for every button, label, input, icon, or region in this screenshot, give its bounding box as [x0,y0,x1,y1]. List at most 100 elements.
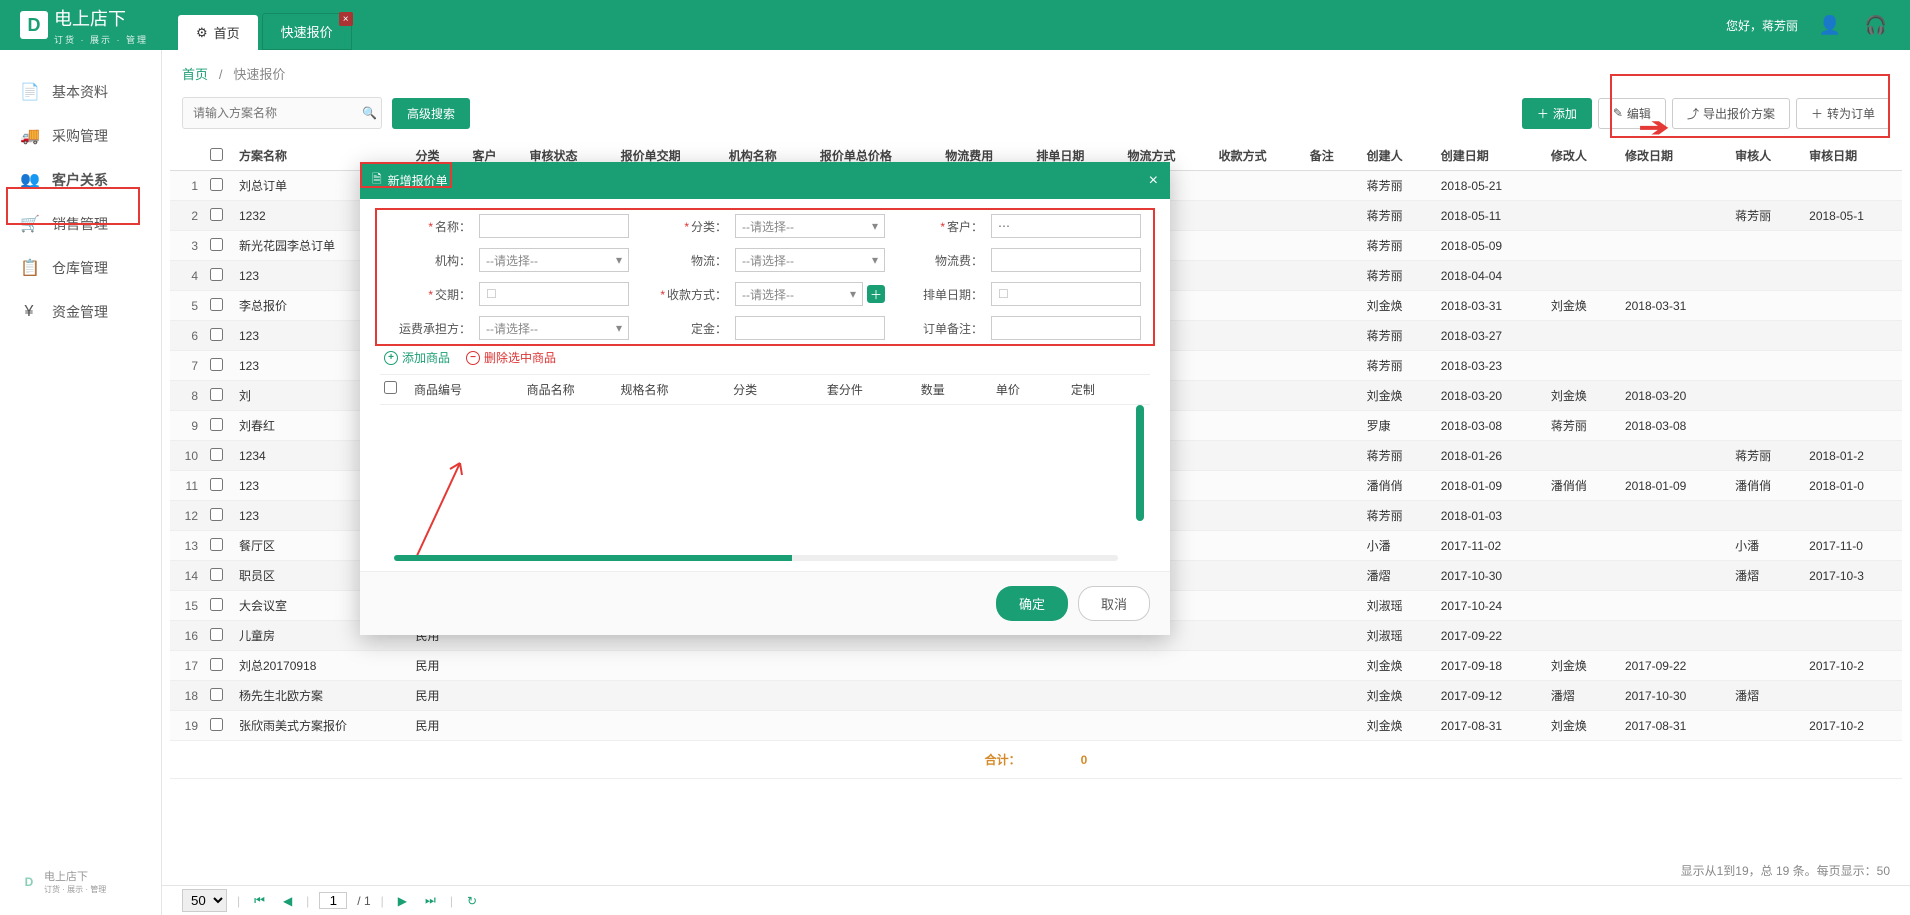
select-all-checkbox[interactable] [210,148,223,161]
row-checkbox[interactable] [210,418,223,431]
page-size-select[interactable]: 50 [182,889,227,912]
sidebar-item-label: 采购管理 [52,126,108,146]
row-checkbox[interactable] [210,208,223,221]
vertical-scrollbar[interactable] [1136,405,1144,521]
column-header[interactable]: 修改人 [1543,141,1617,171]
tab-label: 快速报价 [281,22,333,41]
horizontal-scrollbar[interactable] [394,555,1118,561]
freight-select[interactable]: --请选择-- [479,316,629,340]
sidebar-item-2[interactable]: 👥 客户关系 [0,158,161,202]
sidebar-item-label: 客户关系 [52,170,108,190]
table-row[interactable]: 19 张欣雨美式方案报价民用 刘金焕2017-08-31刘金焕2017-08-3… [170,711,1902,741]
table-row[interactable]: 18 杨先生北欧方案民用 刘金焕2017-09-12潘熠2017-10-30潘熠 [170,681,1902,711]
label-category: 分类： [637,218,727,235]
brand-sub: 订货 · 展示 · 管理 [54,33,148,46]
column-header[interactable]: 创建人 [1359,141,1433,171]
adv-search-button[interactable]: 高级搜索 [392,98,470,129]
logistics-select[interactable]: --请选择-- [735,248,885,272]
table-row[interactable]: 17 刘总20170918民用 刘金焕2017-09-18刘金焕2017-09-… [170,651,1902,681]
sidebar-item-1[interactable]: 🚚采购管理 [0,114,161,158]
row-checkbox[interactable] [210,238,223,251]
sidebar: 📄基本资料🚚采购管理 👥 客户关系 🛒销售管理📋仓库管理¥资金管理 D 电上店下 订货… [0,50,162,915]
plus-circle-icon: + [384,351,398,365]
add-button[interactable]: ＋添加 [1522,98,1592,129]
search-icon[interactable]: 🔍 [358,98,381,128]
sidebar-item-3[interactable]: 🛒销售管理 [0,202,161,246]
refresh-icon[interactable]: ↻ [463,894,481,908]
schedule-date[interactable] [991,282,1141,306]
delivery-date[interactable] [479,282,629,306]
label-payment: 收款方式： [637,286,727,303]
row-checkbox[interactable] [210,688,223,701]
column-header[interactable]: 备注 [1302,141,1359,171]
goods-column-header: 数量 [921,381,996,398]
delete-goods-link[interactable]: −删除选中商品 [466,349,556,366]
sidebar-item-4[interactable]: 📋仓库管理 [0,246,161,290]
sidebar-item-0[interactable]: 📄基本资料 [0,70,161,114]
row-checkbox[interactable] [210,508,223,521]
user-icon[interactable]: 👤 [1816,11,1844,39]
goods-select-all[interactable] [384,381,397,394]
column-header[interactable]: 创建日期 [1433,141,1543,171]
ok-button[interactable]: 确定 [996,586,1068,621]
goods-column-header: 分类 [733,381,827,398]
export-button[interactable]: ⤴导出报价方案 [1672,98,1790,129]
sidebar-item-5[interactable]: ¥资金管理 [0,290,161,334]
upload-icon: ⤴ [1687,105,1699,122]
remark-input[interactable] [991,316,1141,340]
row-checkbox[interactable] [210,598,223,611]
row-checkbox[interactable] [210,628,223,641]
logfee-input[interactable] [991,248,1141,272]
row-checkbox[interactable] [210,718,223,731]
row-checkbox[interactable] [210,328,223,341]
category-select[interactable]: --请选择-- [735,214,885,238]
first-page-icon[interactable]: ⏮ [250,893,269,908]
row-checkbox[interactable] [210,358,223,371]
user-greeting: 您好，蒋芳丽 [1726,17,1798,34]
tab-quote[interactable]: 快速报价 × [262,13,352,50]
column-header[interactable]: 审核人 [1727,141,1801,171]
column-header[interactable]: 审核日期 [1801,141,1902,171]
label-remark: 订单备注： [893,320,983,337]
goods-column-header: 商品编号 [414,381,527,398]
close-icon[interactable]: × [1149,172,1158,190]
close-icon[interactable]: × [339,12,353,26]
payment-select[interactable]: --请选择-- [735,282,863,306]
logo-icon: D [20,11,48,39]
breadcrumb-root[interactable]: 首页 [182,67,208,82]
add-goods-link[interactable]: +添加商品 [384,349,450,366]
sidebar-footer-logo: D 电上店下 订货 · 展示 · 管理 [20,868,106,895]
next-page-icon[interactable]: ▶ [394,894,411,908]
customer-picker[interactable] [991,214,1141,238]
label-delivery: 交期： [381,286,471,303]
row-checkbox[interactable] [210,478,223,491]
add-payment-icon[interactable]: ＋ [867,285,885,303]
last-page-icon[interactable]: ⏭ [421,893,440,908]
org-select[interactable]: --请选择-- [479,248,629,272]
row-checkbox[interactable] [210,388,223,401]
search-box: 🔍 [182,97,382,129]
search-input[interactable] [183,99,358,127]
form-grid: 名称： 分类： --请选择-- 客户： 机构： --请选择-- 物流： --请选… [380,213,1150,341]
column-header[interactable]: 修改日期 [1617,141,1727,171]
row-checkbox[interactable] [210,298,223,311]
prev-page-icon[interactable]: ◀ [279,894,296,908]
convert-order-button[interactable]: ＋转为订单 [1796,98,1890,129]
row-checkbox[interactable] [210,658,223,671]
row-checkbox[interactable] [210,268,223,281]
arrow-annotation: ➔ [1639,112,1670,143]
row-checkbox[interactable] [210,448,223,461]
cancel-button[interactable]: 取消 [1078,586,1150,621]
document-icon: 🗎 [372,170,382,191]
name-input[interactable] [479,214,629,238]
row-checkbox[interactable] [210,568,223,581]
help-icon[interactable]: 🎧 [1862,11,1890,39]
row-checkbox[interactable] [210,178,223,191]
sidebar-icon: 👥 [20,170,38,190]
column-header[interactable]: 收款方式 [1211,141,1302,171]
row-checkbox[interactable] [210,538,223,551]
tab-home[interactable]: ⚙ 首页 [178,15,258,50]
deposit-input[interactable] [735,316,885,340]
plus-icon: ＋ [1537,105,1549,122]
page-input[interactable] [319,892,347,909]
